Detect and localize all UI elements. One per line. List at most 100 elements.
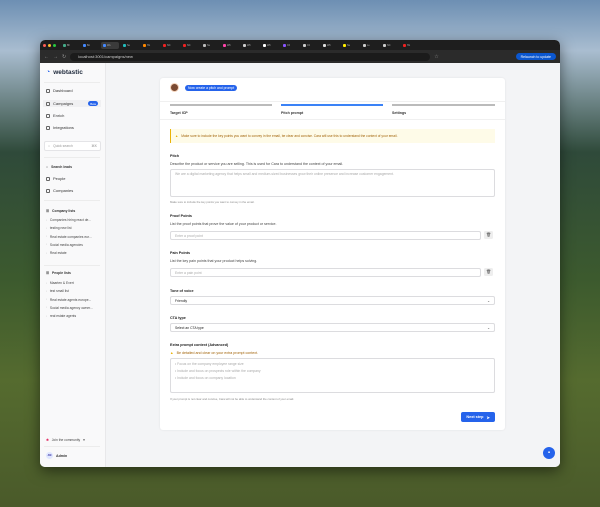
extra-context-warning: ▲ Be detailed and clear on your extra pro… bbox=[170, 351, 258, 355]
sidebar-item-campaigns[interactable]: Campaigns Beta bbox=[43, 100, 101, 107]
tone-select[interactable]: Friendly ⌄ bbox=[170, 296, 495, 305]
prompt-bubble: Now create a pitch and prompt bbox=[185, 85, 238, 91]
join-community-link[interactable]: ✱ Join the community ▾ bbox=[46, 438, 85, 442]
proof-points-description: List the proof points that prove the val… bbox=[170, 222, 277, 226]
tab-bar: Bh Bo We Se Ho NC NC Ne Wh Wh Wh Ch Cli Wh Ne Le NC Ho bbox=[40, 40, 560, 50]
warning-text: Be detailed and clear on your extra prom… bbox=[176, 351, 259, 355]
tab-title: Ho bbox=[407, 43, 411, 47]
browser-tab[interactable]: We bbox=[101, 41, 119, 49]
tab-title: Se bbox=[127, 43, 131, 47]
warning-icon: ▲ bbox=[170, 351, 174, 355]
brand-logo[interactable]: ◔ webtastic bbox=[46, 69, 83, 76]
sidebar-list-item[interactable]: ▫ Real estate bbox=[46, 251, 67, 255]
next-step-button[interactable]: Next step ➤ bbox=[461, 412, 495, 422]
relaunch-button[interactable]: Relaunch to update bbox=[515, 53, 556, 60]
browser-tab[interactable]: Ch bbox=[281, 42, 299, 49]
sidebar-item-people[interactable]: People bbox=[46, 176, 65, 181]
minimize-window-button[interactable] bbox=[48, 43, 51, 47]
user-menu[interactable]: AM Admin bbox=[46, 452, 67, 459]
sidebar-list-item[interactable]: ▫ Maarten & Evert bbox=[46, 281, 74, 285]
proof-point-input[interactable]: Enter a proof point bbox=[170, 231, 481, 240]
extra-context-hint: If your prompt is not clear and concise,… bbox=[170, 397, 295, 401]
label: Companies hiring react de... bbox=[49, 218, 92, 222]
favicon-icon bbox=[83, 43, 86, 47]
browser-tab[interactable]: NC bbox=[161, 42, 179, 49]
sidebar-list-item[interactable]: ▫ Companies hiring react de... bbox=[46, 218, 91, 222]
browser-tab[interactable]: Ne bbox=[341, 42, 359, 49]
label: Next step bbox=[466, 415, 484, 419]
cta-select[interactable]: Select an CTA type ⌄ bbox=[170, 323, 495, 332]
sidebar-list-item[interactable]: ▫ testing new list bbox=[46, 226, 72, 230]
delete-proof-point-button[interactable]: 🗑 bbox=[484, 231, 493, 239]
favicon-icon bbox=[63, 43, 66, 47]
close-window-button[interactable] bbox=[43, 43, 46, 47]
step-bar-pitch-prompt bbox=[281, 104, 383, 106]
list-count-icon: ▫ bbox=[46, 298, 47, 302]
placeholder-line: • Include and focus on company location bbox=[175, 376, 236, 380]
sidebar-item-companies[interactable]: Companies bbox=[46, 188, 73, 193]
browser-tab[interactable]: Ho bbox=[401, 42, 419, 49]
step-pitch-prompt[interactable]: Pitch prompt bbox=[281, 111, 303, 115]
delete-pain-point-button[interactable]: 🗑 bbox=[484, 268, 493, 276]
chevron-down-icon: ▾ bbox=[83, 438, 85, 442]
favicon-icon bbox=[363, 43, 366, 47]
sidebar-list-item[interactable]: ▫ test small list bbox=[46, 289, 69, 293]
sidebar-list-item[interactable]: ▫ Social media agencies bbox=[46, 243, 83, 247]
campaign-icon bbox=[46, 101, 50, 106]
pitch-label: Pitch bbox=[170, 154, 180, 158]
favicon-icon bbox=[143, 43, 146, 47]
extra-context-textarea[interactable]: • Focus on the company employee range si… bbox=[170, 358, 495, 393]
pitch-textarea[interactable]: We are a digital marketing agency that h… bbox=[170, 169, 495, 197]
bookmark-star-icon[interactable]: ☆ bbox=[434, 54, 438, 60]
pitch-hint: Make sure to include the key points you … bbox=[170, 200, 255, 204]
sidebar-item-integrations[interactable]: Integrations bbox=[46, 125, 74, 130]
browser-tab[interactable]: Cli bbox=[301, 42, 319, 49]
main-content: Now create a pitch and prompt Target ICP… bbox=[106, 63, 560, 467]
people-icon bbox=[46, 176, 50, 181]
step-target-icp[interactable]: Target ICP bbox=[170, 111, 188, 115]
favicon-icon bbox=[163, 43, 166, 47]
tab-title: Ho bbox=[147, 43, 151, 47]
reload-icon[interactable]: ↻ bbox=[62, 54, 66, 60]
pain-point-input[interactable]: Enter a pain point bbox=[170, 268, 481, 277]
browser-tab[interactable]: NC bbox=[181, 42, 199, 49]
forward-icon[interactable]: → bbox=[53, 54, 58, 60]
browser-tab[interactable]: Wh bbox=[221, 42, 239, 49]
search-leads-heading: ○ Search leads bbox=[46, 165, 72, 169]
step-settings[interactable]: Settings bbox=[392, 111, 406, 115]
url-input[interactable]: localhost:3001/campaigns/new bbox=[70, 52, 431, 61]
pain-points-description: List the key pain points that your produ… bbox=[170, 259, 258, 263]
list-count-icon: ▫ bbox=[46, 243, 47, 247]
browser-tab[interactable]: Bo bbox=[81, 42, 99, 49]
browser-tab[interactable]: Wh bbox=[261, 42, 279, 49]
sidebar-list-item[interactable]: ▫ Real estate companies eur... bbox=[46, 235, 92, 239]
browser-tab[interactable]: Le bbox=[361, 42, 379, 49]
sidebar-item-enrich[interactable]: Enrich bbox=[46, 113, 64, 118]
tab-title: Wh bbox=[327, 43, 331, 47]
list-count-icon: ▫ bbox=[46, 251, 47, 255]
avatar: AM bbox=[46, 452, 53, 459]
quick-search-input[interactable]: ○ Quick search ⌘K bbox=[44, 141, 101, 151]
sidebar-list-item[interactable]: ▫ Social media agency owner... bbox=[46, 306, 93, 310]
favicon-icon bbox=[123, 43, 126, 47]
tab-title: Ne bbox=[347, 43, 351, 47]
browser-tab[interactable]: Ne bbox=[201, 42, 219, 49]
browser-tab[interactable]: NC bbox=[381, 42, 399, 49]
maximize-window-button[interactable] bbox=[53, 43, 56, 47]
browser-tab[interactable]: Bh bbox=[61, 42, 79, 49]
cta-label: CTA type bbox=[170, 316, 186, 320]
selected-value: Select an CTA type bbox=[175, 325, 204, 330]
back-icon[interactable]: ← bbox=[44, 54, 49, 60]
user-name: Admin bbox=[56, 453, 68, 458]
browser-tab[interactable]: Wh bbox=[321, 42, 339, 49]
browser-tab[interactable]: Se bbox=[121, 42, 139, 49]
sidebar-list-item[interactable]: ▫ Real estate agents europe... bbox=[46, 298, 91, 302]
sidebar-list-item[interactable]: ▫ real estate agents bbox=[46, 314, 76, 318]
browser-tab[interactable]: Ho bbox=[141, 42, 159, 49]
selected-value: Friendly bbox=[175, 298, 188, 303]
browser-tab[interactable]: Wh bbox=[241, 42, 259, 49]
chat-widget-button[interactable]: ▪ bbox=[543, 447, 555, 459]
sidebar-item-dashboard[interactable]: Dashboard bbox=[46, 88, 73, 93]
campaign-wizard-card: Now create a pitch and prompt Target ICP… bbox=[160, 78, 505, 430]
list-icon: ☰ bbox=[46, 209, 50, 213]
